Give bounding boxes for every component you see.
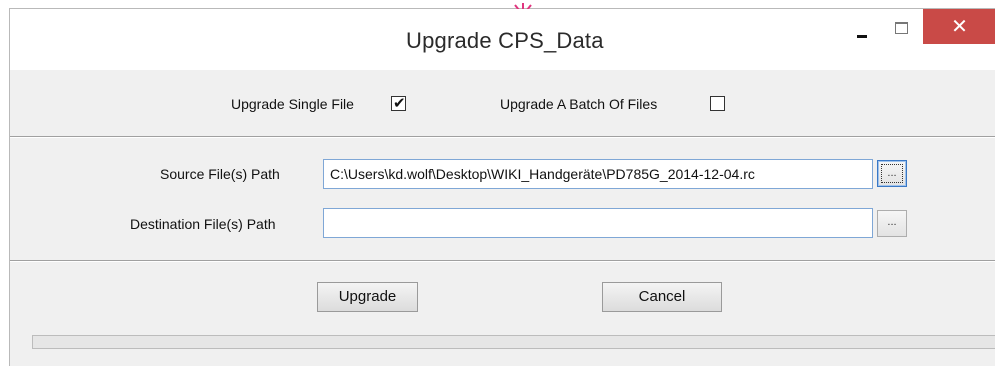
destination-path-label: Destination File(s) Path [130, 216, 276, 232]
source-path-input[interactable]: C:\Users\kd.wolf\Desktop\WIKI_Handgeräte… [323, 159, 873, 189]
single-file-checkbox[interactable]: ✔ [391, 94, 406, 112]
minimize-button[interactable] [848, 9, 878, 44]
batch-files-checkbox[interactable] [710, 96, 725, 111]
maximize-button[interactable] [885, 9, 919, 44]
ellipsis-label: ... [881, 164, 903, 183]
upgrade-dialog-window: Upgrade CPS_Data ✕ Upgrade Single File ✔… [9, 3, 995, 366]
progress-bar [32, 335, 995, 349]
upgrade-button[interactable]: Upgrade [317, 282, 418, 312]
checkmark-icon: ✔ [393, 94, 406, 112]
source-browse-button[interactable]: ... [877, 160, 907, 187]
title-bar[interactable]: Upgrade CPS_Data ✕ [10, 9, 995, 70]
maximize-icon [895, 22, 908, 34]
divider [10, 260, 995, 262]
destination-browse-button[interactable]: ... [877, 210, 907, 237]
divider [10, 136, 995, 138]
window-title: Upgrade CPS_Data [406, 28, 604, 53]
batch-files-label: Upgrade A Batch Of Files [500, 96, 658, 112]
single-file-label: Upgrade Single File [231, 96, 354, 112]
destination-path-input[interactable] [323, 208, 873, 238]
minimize-icon [857, 35, 867, 38]
close-icon: ✕ [951, 14, 968, 38]
dialog-body: Upgrade Single File ✔ Upgrade A Batch Of… [10, 70, 995, 366]
cancel-button[interactable]: Cancel [602, 282, 722, 312]
close-button[interactable]: ✕ [923, 9, 995, 44]
source-path-label: Source File(s) Path [160, 166, 280, 182]
